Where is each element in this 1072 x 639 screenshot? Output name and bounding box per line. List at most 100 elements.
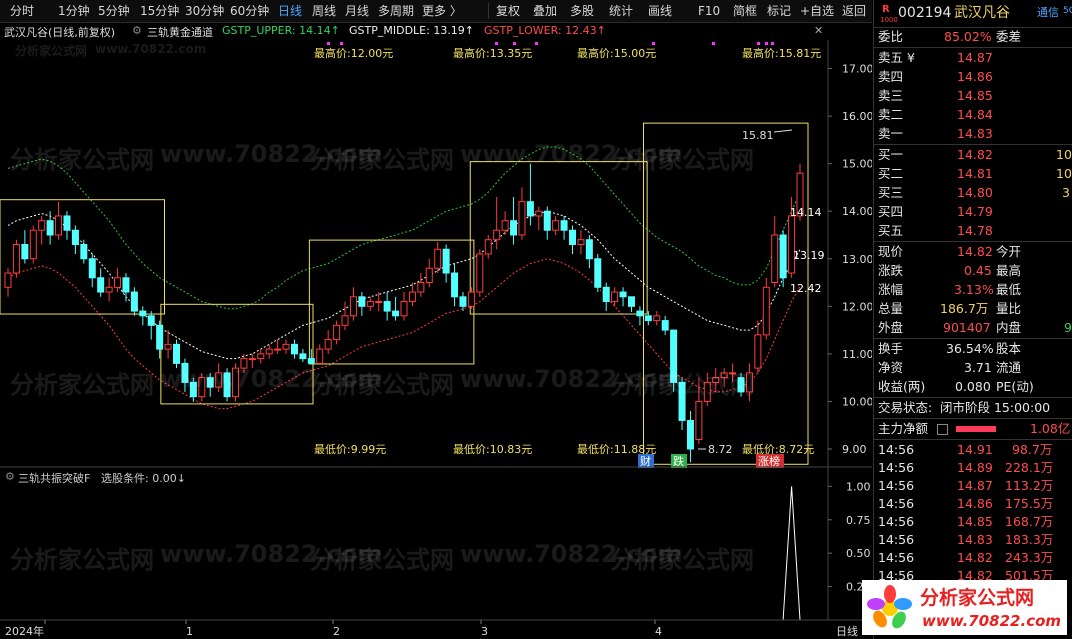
candle-body xyxy=(552,220,560,231)
settings-icon[interactable]: ⚙ xyxy=(5,470,15,483)
candle-body xyxy=(408,291,416,303)
y-tick-label: 12.00 xyxy=(842,300,872,313)
stat-value: 0.45 xyxy=(964,263,992,278)
candle-body xyxy=(307,358,315,364)
tool-add-favorite[interactable]: +自选 xyxy=(800,3,834,19)
candle-body xyxy=(678,381,686,421)
stat-label: 外盘 xyxy=(878,320,904,335)
ask-price[interactable]: 14.86 xyxy=(957,68,993,86)
candle-body xyxy=(569,229,577,245)
bid-price[interactable]: 14.82 xyxy=(957,146,993,164)
tool-overlay[interactable]: 叠加 xyxy=(533,3,557,19)
period-1min[interactable]: 1分钟 xyxy=(58,3,90,19)
signal-dot xyxy=(771,42,774,45)
bid-volume: 3 xyxy=(1062,185,1070,200)
bid-volume: 10 xyxy=(1056,147,1072,162)
candle-body xyxy=(526,201,534,217)
candlestick-chart[interactable]: 17.00 16.00 15.00 14.00 13.00 12.00 11.00 10.00… xyxy=(0,40,872,468)
candle-body xyxy=(467,291,475,307)
bid-volume: 10 xyxy=(1056,166,1072,181)
candle-body xyxy=(779,234,787,279)
peak-pointer xyxy=(773,129,793,133)
tool-multi-stock[interactable]: 多股 xyxy=(570,3,594,19)
tool-f10[interactable]: F10 xyxy=(698,3,720,19)
y-tick-label: 17.00 xyxy=(842,63,872,76)
candle-body xyxy=(720,372,728,379)
candle-body xyxy=(46,220,54,236)
band-value-label: 12.42 xyxy=(790,282,822,295)
period-monthly[interactable]: 月线 xyxy=(345,3,369,19)
ask-price[interactable]: 14.87 xyxy=(957,49,993,67)
indicator-header: 武汉凡谷(日线,前复权) ⚙ 三轨黄金通道 GSTP_UPPER: 14.14↑… xyxy=(0,22,828,39)
candle-body xyxy=(38,220,46,231)
period-more[interactable]: 更多 〉 xyxy=(422,3,462,19)
candle-body xyxy=(257,353,265,360)
sub-y-tick-label: 0.50 xyxy=(846,547,871,560)
logo-title: 分析家公式网 xyxy=(920,586,1034,609)
main-flow-label[interactable]: 主力净额 xyxy=(878,420,928,438)
bid-price[interactable]: 14.78 xyxy=(957,222,993,240)
ask-price[interactable]: 14.84 xyxy=(957,106,993,124)
period-daily[interactable]: 日线 xyxy=(278,3,302,19)
flow-bar xyxy=(956,426,996,432)
trough-label: 8.72 xyxy=(708,443,733,456)
candle-body xyxy=(21,243,29,260)
period-intraday[interactable]: 分时 xyxy=(10,3,34,19)
candle-body xyxy=(493,229,501,241)
candle-body xyxy=(122,277,130,293)
signal-dot xyxy=(535,42,538,45)
period-5min[interactable]: 5分钟 xyxy=(98,3,130,19)
status-label: 交易状态: xyxy=(878,400,933,415)
stat-value: 9 xyxy=(1064,320,1072,335)
candle-body xyxy=(88,258,96,279)
tool-draw[interactable]: 画线 xyxy=(648,3,672,19)
stock-name: 武汉凡谷 xyxy=(954,5,1010,21)
period-15min[interactable]: 15分钟 xyxy=(140,3,179,19)
candle-body xyxy=(215,372,223,388)
candle-body xyxy=(602,286,610,303)
bid-price[interactable]: 14.79 xyxy=(957,203,993,221)
bid-label: 买三 xyxy=(878,185,904,200)
tool-stats[interactable]: 统计 xyxy=(609,3,633,19)
bid-price[interactable]: 14.81 xyxy=(957,165,993,183)
tool-adjust[interactable]: 复权 xyxy=(496,3,520,19)
tick-volume: 183.3万 xyxy=(1005,532,1054,547)
tick-volume: 113.2万 xyxy=(1005,478,1054,493)
candle-body xyxy=(173,343,181,364)
period-60min[interactable]: 60分钟 xyxy=(230,3,269,19)
tool-mark[interactable]: 标记 xyxy=(767,3,791,19)
signal-dot xyxy=(652,42,655,45)
y-tick-label: 16.00 xyxy=(842,110,872,123)
close-icon[interactable]: ✕ xyxy=(814,24,823,37)
stat-value: 14.82 xyxy=(957,244,993,259)
candle-body xyxy=(164,343,172,350)
candle-body xyxy=(392,310,400,317)
candle-body xyxy=(535,210,543,217)
stat-label: 最高 xyxy=(996,263,1022,278)
indicator-name[interactable]: 三轨黄金通道 xyxy=(147,24,213,40)
sector-link[interactable]: 通信 xyxy=(1037,2,1059,24)
ask-label: 卖三 xyxy=(878,88,904,103)
sub-indicator-chart[interactable]: 1.000.750.500.252024年 1 2 3 4 日线 xyxy=(0,468,872,638)
period-weekly[interactable]: 周线 xyxy=(312,3,336,19)
period-multi[interactable]: 多周期 xyxy=(378,3,414,19)
stat-label: 涨幅 xyxy=(878,282,904,297)
dropdown-icon[interactable] xyxy=(937,424,948,435)
upper-value: GSTP_UPPER: 14.14↑ xyxy=(222,24,340,37)
stat-label: 收益(两) xyxy=(878,379,926,394)
peak-label: 15.81 xyxy=(742,129,774,142)
ask-price[interactable]: 14.85 xyxy=(957,87,993,105)
sub-indicator-title[interactable]: 三轨共振突破F xyxy=(18,470,90,486)
period-30min[interactable]: 30分钟 xyxy=(185,3,224,19)
ask-price[interactable]: 14.83 xyxy=(957,125,993,143)
bid-price[interactable]: 14.80 xyxy=(957,184,993,202)
candle-body xyxy=(130,291,138,312)
tick-volume: 98.7万 xyxy=(1012,442,1053,457)
main-flow-value: 1.08亿 xyxy=(1030,421,1071,436)
candle-body xyxy=(29,229,37,260)
tool-simple-frame[interactable]: 简框 xyxy=(733,3,757,19)
bid-label: 买五 xyxy=(878,223,904,238)
settings-icon[interactable]: ⚙ xyxy=(132,24,142,37)
tool-back[interactable]: 返回 xyxy=(842,3,866,19)
candle-body xyxy=(661,320,669,331)
